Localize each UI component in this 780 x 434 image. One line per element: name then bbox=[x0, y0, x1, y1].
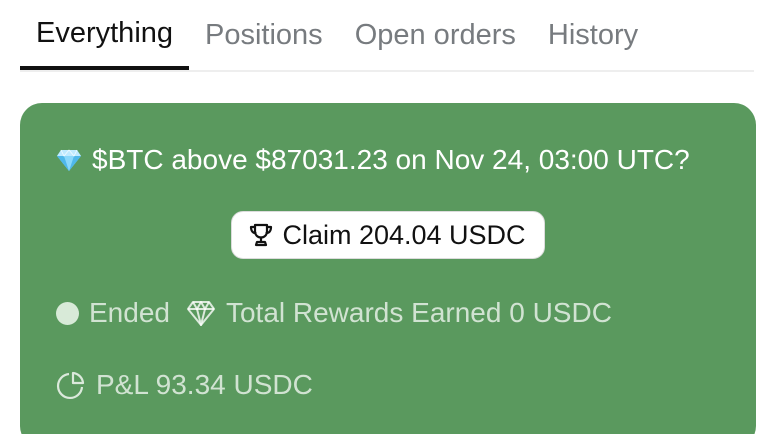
claim-row: Claim 204.04 USDC bbox=[20, 211, 756, 259]
diamond-outline-icon bbox=[186, 299, 216, 327]
market-question[interactable]: $BTC above $87031.23 on Nov 24, 03:00 UT… bbox=[92, 144, 690, 176]
rewards-label: Total Rewards Earned 0 USDC bbox=[225, 297, 612, 328]
tab-open-orders[interactable]: Open orders bbox=[339, 0, 532, 70]
market-question-row: $BTC above $87031.23 on Nov 24, 03:00 UT… bbox=[56, 143, 690, 177]
tab-history[interactable]: History bbox=[532, 0, 654, 70]
pnl-row: P&L 93.34 USDC bbox=[56, 365, 313, 405]
pie-chart-icon bbox=[56, 370, 86, 400]
status-row: Ended Total Rewards Earned 0 USDC bbox=[56, 293, 612, 333]
status-label: Ended bbox=[89, 297, 170, 328]
tab-positions[interactable]: Positions bbox=[189, 0, 339, 70]
status-dot-icon bbox=[56, 301, 79, 325]
market-card: $BTC above $87031.23 on Nov 24, 03:00 UT… bbox=[20, 103, 756, 434]
trophy-icon bbox=[248, 222, 274, 248]
claim-button-label: Claim 204.04 USDC bbox=[282, 219, 526, 250]
tab-bar: Everything Positions Open orders History bbox=[20, 0, 754, 72]
positions-panel: Everything Positions Open orders History… bbox=[0, 0, 780, 434]
diamond-icon bbox=[56, 148, 82, 172]
claim-button[interactable]: Claim 204.04 USDC bbox=[231, 211, 545, 259]
tab-everything[interactable]: Everything bbox=[20, 0, 190, 70]
pnl-label: P&L 93.34 USDC bbox=[96, 369, 313, 400]
